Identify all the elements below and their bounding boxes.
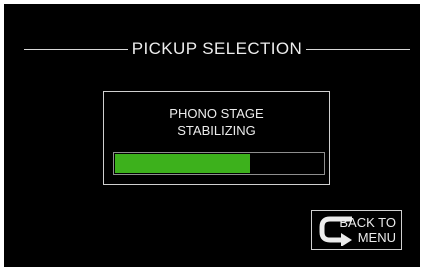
page-title: PICKUP SELECTION (131, 39, 303, 58)
header-rule-left (24, 48, 128, 50)
status-line-2: STABILIZING (177, 123, 256, 138)
back-label-line-2: MENU (357, 230, 396, 245)
display-screen: PICKUP SELECTION PHONO STAGE STABILIZING… (4, 4, 420, 267)
status-line-1: PHONO STAGE (169, 106, 264, 121)
back-to-menu-button[interactable]: BACK TO MENU (311, 210, 402, 250)
header-rule-right (306, 48, 410, 50)
status-message: PHONO STAGE STABILIZING (104, 105, 329, 139)
progress-bar (113, 152, 325, 175)
back-button-label: BACK TO MENU (339, 215, 396, 245)
progress-bar-fill (115, 154, 251, 173)
status-panel: PHONO STAGE STABILIZING (103, 91, 330, 185)
back-label-line-1: BACK TO (339, 215, 396, 230)
header: PICKUP SELECTION (24, 38, 410, 60)
